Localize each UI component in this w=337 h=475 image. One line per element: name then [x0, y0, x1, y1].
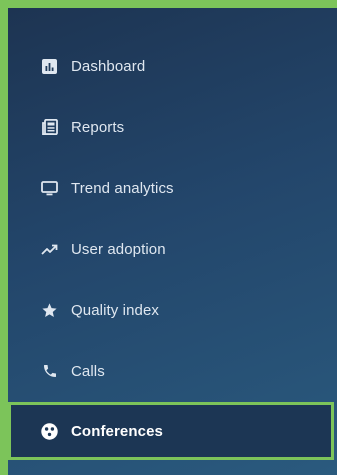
nav-item-user-adoption[interactable]: User adoption: [8, 220, 337, 278]
nav-item-dashboard[interactable]: Dashboard: [8, 37, 337, 95]
nav-item-conferences[interactable]: Conferences: [8, 402, 334, 460]
conference-icon: [41, 422, 58, 440]
nav-item-label: Conferences: [71, 422, 163, 440]
sidebar-nav: Dashboard Reports Trend analytics User a…: [8, 8, 337, 475]
trending-up-icon: [41, 241, 58, 258]
reports-icon: [41, 119, 58, 136]
nav-item-label: Reports: [71, 118, 125, 136]
nav-item-reports[interactable]: Reports: [8, 98, 337, 156]
star-icon: [41, 302, 58, 319]
nav-item-trend-analytics[interactable]: Trend analytics: [8, 159, 337, 217]
nav-item-label: Calls: [71, 362, 105, 380]
nav-item-label: Dashboard: [71, 57, 146, 75]
highlight-frame: Dashboard Reports Trend analytics User a…: [0, 0, 337, 475]
nav-item-label: Trend analytics: [71, 179, 174, 197]
bar-chart-icon: [41, 58, 58, 75]
nav-item-label: User adoption: [71, 240, 166, 258]
nav-item-quality-index[interactable]: Quality index: [8, 281, 337, 339]
phone-icon: [41, 363, 58, 380]
monitor-icon: [41, 180, 58, 197]
nav-item-calls[interactable]: Calls: [8, 342, 337, 400]
nav-item-label: Quality index: [71, 301, 160, 319]
